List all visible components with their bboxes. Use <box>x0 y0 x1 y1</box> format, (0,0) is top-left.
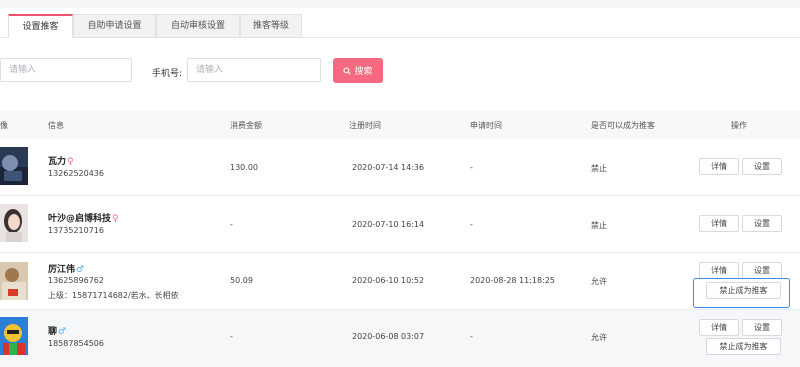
col-apply-time: 申请时间 <box>470 121 502 130</box>
user-name-line: 叶沙@启博科技♀ <box>48 211 119 224</box>
phone-input[interactable] <box>187 58 321 82</box>
focus-highlight <box>693 278 790 308</box>
avatar <box>0 317 28 355</box>
can-be-promoter: 允许 <box>591 277 607 286</box>
search-icon <box>343 66 352 75</box>
upline-info: 上级：15871714682/若水、长相依 <box>48 291 179 300</box>
amount: 50.09 <box>230 276 253 285</box>
reg-time: 2020-07-14 14:36 <box>352 163 425 172</box>
avatar <box>0 262 28 300</box>
user-name-line: 厉江伟♂ <box>48 262 84 275</box>
search-button-label: 搜索 <box>354 67 373 77</box>
col-actions: 操作 <box>731 121 747 130</box>
apply-time: - <box>470 163 473 172</box>
female-icon: ♀ <box>112 214 119 224</box>
user-phone: 13735210716 <box>48 226 104 235</box>
amount: 130.00 <box>230 163 258 172</box>
tab-set-promoter[interactable]: 设置推客 <box>8 14 73 38</box>
user-phone: 18587854506 <box>48 339 104 348</box>
tab-promoter-level[interactable]: 推客等级 <box>240 14 302 38</box>
tab-auto-review-settings[interactable]: 自动审核设置 <box>156 14 240 38</box>
details-button[interactable]: 详情 <box>699 319 739 336</box>
col-can-be-promoter: 是否可以成为推客 <box>591 121 655 130</box>
user-name: 聊 <box>48 327 58 337</box>
settings-button[interactable]: 设置 <box>742 158 782 175</box>
user-phone: 13625896762 <box>48 276 104 285</box>
reg-time: 2020-06-08 03:07 <box>352 332 425 341</box>
top-band <box>0 0 800 8</box>
user-phone: 13262520436 <box>48 169 104 178</box>
user-name: 瓦力 <box>48 157 67 167</box>
col-reg-time: 注册时间 <box>349 121 381 130</box>
can-be-promoter: 禁止 <box>591 221 607 230</box>
tab-self-apply-settings[interactable]: 自助申请设置 <box>73 14 156 38</box>
keyword-input[interactable] <box>0 58 132 82</box>
apply-time: - <box>470 332 473 341</box>
user-name-line: 瓦力♀ <box>48 154 74 167</box>
table-header: 像 信息 消费金额 注册时间 申请时间 是否可以成为推客 操作 <box>0 111 800 138</box>
settings-button[interactable]: 设置 <box>742 319 782 336</box>
apply-time: 2020-08-28 11:18:25 <box>470 276 555 285</box>
phone-label: 手机号: <box>152 69 183 79</box>
reg-time: 2020-07-10 16:14 <box>352 220 425 229</box>
details-button[interactable]: 详情 <box>699 215 739 232</box>
tab-bar: 设置推客 自助申请设置 自动审核设置 推客等级 <box>0 14 800 38</box>
apply-time: - <box>470 220 473 229</box>
user-name: 叶沙@启博科技 <box>48 214 112 224</box>
col-amount: 消费金额 <box>230 121 262 130</box>
details-button[interactable]: 详情 <box>699 262 739 279</box>
user-name: 厉江伟 <box>48 265 76 275</box>
avatar <box>0 204 28 242</box>
table-row: 聊♂ 18587854506 - 2020-06-08 03:07 - 允许 详… <box>0 310 800 367</box>
col-avatar: 像 <box>0 121 8 130</box>
can-be-promoter: 允许 <box>591 333 607 342</box>
can-be-promoter: 禁止 <box>591 164 607 173</box>
table-row: 瓦力♀ 13262520436 130.00 2020-07-14 14:36 … <box>0 138 800 196</box>
ban-promoter-button[interactable]: 禁止成为推客 <box>706 338 781 355</box>
male-icon: ♂ <box>58 327 67 337</box>
settings-button[interactable]: 设置 <box>742 215 782 232</box>
details-button[interactable]: 详情 <box>699 158 739 175</box>
female-icon: ♀ <box>67 157 74 167</box>
col-info: 信息 <box>48 121 64 130</box>
user-name-line: 聊♂ <box>48 324 66 337</box>
avatar <box>0 147 28 185</box>
table-row: 叶沙@启博科技♀ 13735210716 - 2020-07-10 16:14 … <box>0 196 800 253</box>
settings-button[interactable]: 设置 <box>742 262 782 279</box>
search-button[interactable]: 搜索 <box>333 58 383 83</box>
reg-time: 2020-06-10 10:52 <box>352 276 425 285</box>
amount: - <box>230 220 233 229</box>
amount: - <box>230 332 233 341</box>
male-icon: ♂ <box>76 265 85 275</box>
table-row: 厉江伟♂ 13625896762 上级：15871714682/若水、长相依 5… <box>0 253 800 310</box>
